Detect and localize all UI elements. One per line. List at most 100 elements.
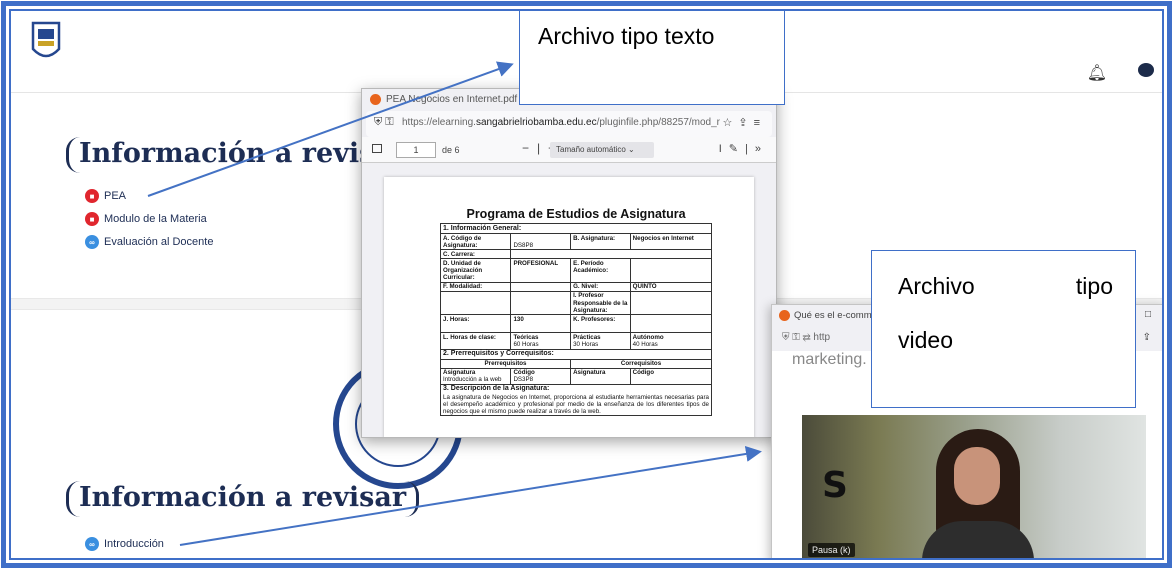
pre-asignatura: Introducción a la web bbox=[443, 376, 502, 384]
teoricas-label: Teóricas bbox=[513, 333, 539, 341]
link-icon: ∞ bbox=[85, 235, 99, 249]
notifications-bell-icon[interactable]: 🔔︎ bbox=[1087, 63, 1107, 83]
cell-empty bbox=[629, 290, 713, 316]
cell-label: F. Modalidad: bbox=[439, 281, 512, 292]
cell-label: E. Período Académico: bbox=[570, 258, 631, 283]
pdf-canvas-area[interactable]: Programa de Estudios de Asignatura 1. In… bbox=[362, 177, 776, 437]
share-icon[interactable]: ⇪ bbox=[1143, 332, 1151, 343]
cell-empty bbox=[439, 290, 512, 316]
text-draw-tools[interactable]: I✎|» bbox=[719, 142, 768, 155]
resource-introduccion-label: Introducción bbox=[104, 538, 164, 550]
callout-video-line-1: Archivo tipo bbox=[898, 273, 1113, 300]
cell-value: Negocios en Internet bbox=[629, 233, 713, 251]
zoom-select[interactable]: Tamaño automático ⌄ bbox=[550, 142, 654, 158]
url-prefix: https://elearning. bbox=[402, 117, 476, 128]
resource-modulo[interactable]: ■ Modulo de la Materia bbox=[85, 212, 207, 226]
cell-label: K. Profesores: bbox=[570, 314, 631, 334]
page-number-input[interactable]: 1 bbox=[396, 142, 436, 158]
pdf-icon: ■ bbox=[85, 212, 99, 226]
pdf-toolbar: 1 de 6 −|+ Tamaño automático ⌄ I✎|» bbox=[362, 137, 776, 163]
pdf-viewer-window[interactable]: PEA Negocios en Internet.pdf — Mozilla F… bbox=[361, 88, 777, 438]
pea-document: Programa de Estudios de Asignatura 1. In… bbox=[439, 207, 713, 417]
zoom-select-value: Tamaño automático bbox=[556, 145, 626, 154]
cell-value: 130 bbox=[510, 314, 572, 334]
prerreq-header: Prerrequisitos bbox=[439, 358, 572, 369]
callout-video-word-3: video bbox=[898, 327, 953, 353]
col-codigo: Código bbox=[629, 367, 713, 385]
practicas-label: Prácticas bbox=[573, 333, 601, 341]
cell-empty bbox=[629, 314, 713, 334]
video-url: http bbox=[813, 332, 831, 343]
col-asignatura: Asignatura bbox=[443, 369, 476, 377]
shield-lock-icon: ⛨ ⚿ ⇄ bbox=[782, 332, 811, 343]
description-cell: 3. Descripción de la Asignatura: La asign… bbox=[440, 383, 712, 417]
cell-empty bbox=[629, 258, 713, 283]
pre-asig-cell: Asignatura Introducción a la web bbox=[439, 367, 512, 385]
autonomo-hours: 40 Horas bbox=[632, 340, 658, 348]
callout-text-file: Archivo tipo texto bbox=[519, 11, 785, 105]
pdf-icon: ■ bbox=[85, 189, 99, 203]
resource-pea[interactable]: ■ PEA bbox=[85, 189, 126, 203]
section-3-heading: 3. Descripción de la Asignatura: bbox=[443, 385, 550, 393]
pre-cod-cell: Código DS3P8 bbox=[510, 367, 572, 385]
cell-label: G. Nivel: bbox=[570, 281, 631, 292]
col-asignatura: Asignatura bbox=[570, 367, 631, 385]
practicas-hours: 30 Horas bbox=[573, 340, 599, 348]
cell-label: C. Carrera: bbox=[439, 249, 512, 260]
cell-label: J. Horas: bbox=[439, 314, 512, 334]
resource-introduccion[interactable]: ∞ Introducción bbox=[85, 537, 164, 551]
link-icon: ∞ bbox=[85, 537, 99, 551]
resource-evaluacion-label: Evaluación al Docente bbox=[104, 236, 214, 248]
cell-label: D. Unidad de Organización Curricular: bbox=[439, 258, 512, 283]
autonomo-label: Autónomo bbox=[632, 333, 664, 341]
sidebar-toggle-icon[interactable] bbox=[372, 144, 382, 153]
pdf-url-bar[interactable]: ⛨ ⚿ https://elearning.sangabrielriobamba… bbox=[366, 111, 772, 137]
moodle-page: 🔔︎ Información a revisar ■ PEA ■ Modulo … bbox=[9, 9, 1164, 560]
section-1-heading: 1. Información General: bbox=[440, 222, 712, 235]
section-title-2: Información a revisar bbox=[66, 481, 420, 517]
resource-modulo-label: Modulo de la Materia bbox=[104, 213, 207, 225]
cell-label: L. Horas de clase: bbox=[439, 332, 512, 350]
cell-value: DS8P8 bbox=[510, 233, 572, 251]
video-presenter bbox=[922, 429, 1034, 558]
bookmark-share-menu-icons[interactable]: ☆⇪≡ bbox=[722, 116, 766, 129]
cell-value: QUINTO bbox=[629, 281, 713, 292]
col-codigo: Código bbox=[513, 369, 535, 377]
pause-tooltip: Pausa (k) bbox=[808, 543, 855, 557]
institution-logo[interactable] bbox=[29, 19, 63, 77]
video-player[interactable]: S Pausa (k) bbox=[802, 415, 1146, 558]
cell-value: PROFESIONAL bbox=[510, 258, 572, 283]
url-suffix: /pluginfile.php/88257/mod_r bbox=[596, 117, 721, 128]
cell-empty bbox=[510, 290, 572, 316]
teoricas-hours: 60 Horas bbox=[513, 340, 539, 348]
resource-pea-label: PEA bbox=[104, 190, 127, 202]
callout-video-word-2: tipo bbox=[1075, 273, 1113, 299]
description-text: La asignatura de Negocios en Internet, p… bbox=[443, 393, 709, 415]
screenshot-frame: 🔔︎ Información a revisar ■ PEA ■ Modulo … bbox=[0, 0, 1173, 569]
video-sign-letter: S bbox=[822, 465, 848, 506]
firefox-icon bbox=[779, 310, 790, 321]
firefox-icon bbox=[370, 94, 381, 105]
pre-codigo: DS3P8 bbox=[513, 376, 534, 384]
shield-lock-icon: ⛨ ⚿ bbox=[374, 116, 394, 128]
resource-evaluacion[interactable]: ∞ Evaluación al Docente bbox=[85, 235, 213, 249]
cell-autonomo: Autónomo 40 Horas bbox=[629, 332, 713, 350]
maximize-button[interactable]: □ bbox=[1145, 309, 1151, 320]
cell-empty bbox=[510, 249, 712, 260]
messages-chat-icon[interactable] bbox=[1138, 63, 1154, 77]
cell-empty bbox=[510, 281, 572, 292]
callout-video-file: Archivo tipo video bbox=[871, 250, 1136, 408]
cell-label: I. Profesor Responsable de la Asignatura… bbox=[570, 290, 631, 316]
section-2-heading: 2. Prerrequisitos y Correquisitos: bbox=[440, 348, 712, 360]
correq-header: Correquisitos bbox=[570, 358, 712, 369]
cell-practicas: Prácticas 30 Horas bbox=[570, 332, 631, 350]
url-domain: sangabrielriobamba.edu.ec bbox=[475, 117, 597, 128]
presenter-face bbox=[954, 447, 1000, 505]
page-count: de 6 bbox=[442, 145, 460, 155]
document-title: Programa de Estudios de Asignatura bbox=[466, 207, 686, 221]
callout-text-file-label: Archivo tipo texto bbox=[538, 23, 715, 49]
cell-teoricas: Teóricas 60 Horas bbox=[510, 332, 572, 350]
page-text-snippet: marketing. bbox=[792, 351, 867, 368]
document-table: 1. Información General: A. Código de Asi… bbox=[439, 222, 713, 417]
cell-label: B. Asignatura: bbox=[570, 233, 631, 251]
